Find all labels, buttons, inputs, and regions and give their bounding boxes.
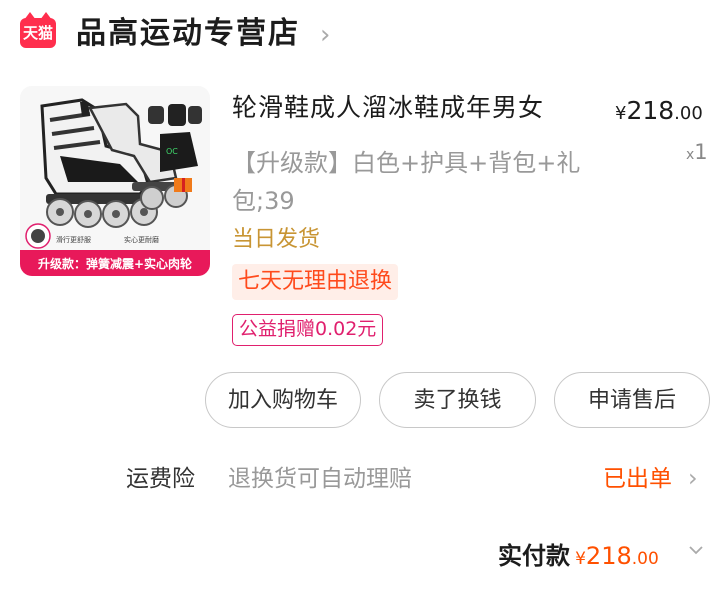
insurance-label: 运费险 <box>126 466 195 492</box>
qty-value: 1 <box>694 140 708 164</box>
total-label: 实付款 <box>498 542 570 570</box>
insurance-status[interactable]: 已出单 <box>603 462 672 496</box>
product-title[interactable]: 轮滑鞋成人溜冰鞋成年男女 <box>232 90 592 126</box>
product-sku: 【升级款】白色+护具+背包+礼包;39 <box>232 149 581 215</box>
shop-name[interactable]: 品高运动专营店 <box>76 14 300 54</box>
price-dec: .00 <box>674 103 703 124</box>
total-symbol: ¥ <box>575 549 586 569</box>
return-policy-tag: 七天无理由退换 <box>232 264 399 300</box>
insurance-description[interactable]: 退换货可自动理赔 <box>228 462 412 496</box>
sell-button[interactable]: 卖了换钱 <box>379 372 536 428</box>
product-quantity: x1 <box>686 138 708 169</box>
image-banner: 升级款：弹簧减震+实心肉轮 <box>38 256 193 271</box>
chevron-right-icon[interactable]: › <box>320 18 330 52</box>
total-dec: .00 <box>631 549 659 569</box>
charity-tag[interactable]: 公益捐赠0.02元 <box>232 314 384 346</box>
image-caption-left: 滑行更舒服 <box>56 235 91 244</box>
product-price: ¥218.00 <box>615 94 703 131</box>
chevron-right-icon[interactable]: › <box>688 461 698 495</box>
product-image[interactable]: OC 滑行更舒服 实心更耐磨 升级款：弹簧减震+实心肉轮 <box>20 86 210 276</box>
after-sale-button[interactable]: 申请售后 <box>554 372 710 428</box>
skate-illustration: OC 滑行更舒服 实心更耐磨 升级款：弹簧减震+实心肉轮 <box>20 86 210 276</box>
price-symbol: ¥ <box>615 103 627 124</box>
total-paid: 实付款 ¥218.00 <box>498 537 659 578</box>
ship-today-tag: 当日发货 <box>232 227 321 252</box>
tmall-logo-icon: 天猫 <box>20 12 56 48</box>
bag-logo: OC <box>166 147 178 156</box>
price-int: 218 <box>626 96 675 125</box>
total-int: 218 <box>585 542 632 570</box>
image-caption-right: 实心更耐磨 <box>124 235 159 244</box>
chevron-down-icon[interactable] <box>688 542 704 558</box>
add-to-cart-button[interactable]: 加入购物车 <box>205 372 361 428</box>
shop-header[interactable]: 天猫 品高运动专营店 › <box>0 0 728 72</box>
